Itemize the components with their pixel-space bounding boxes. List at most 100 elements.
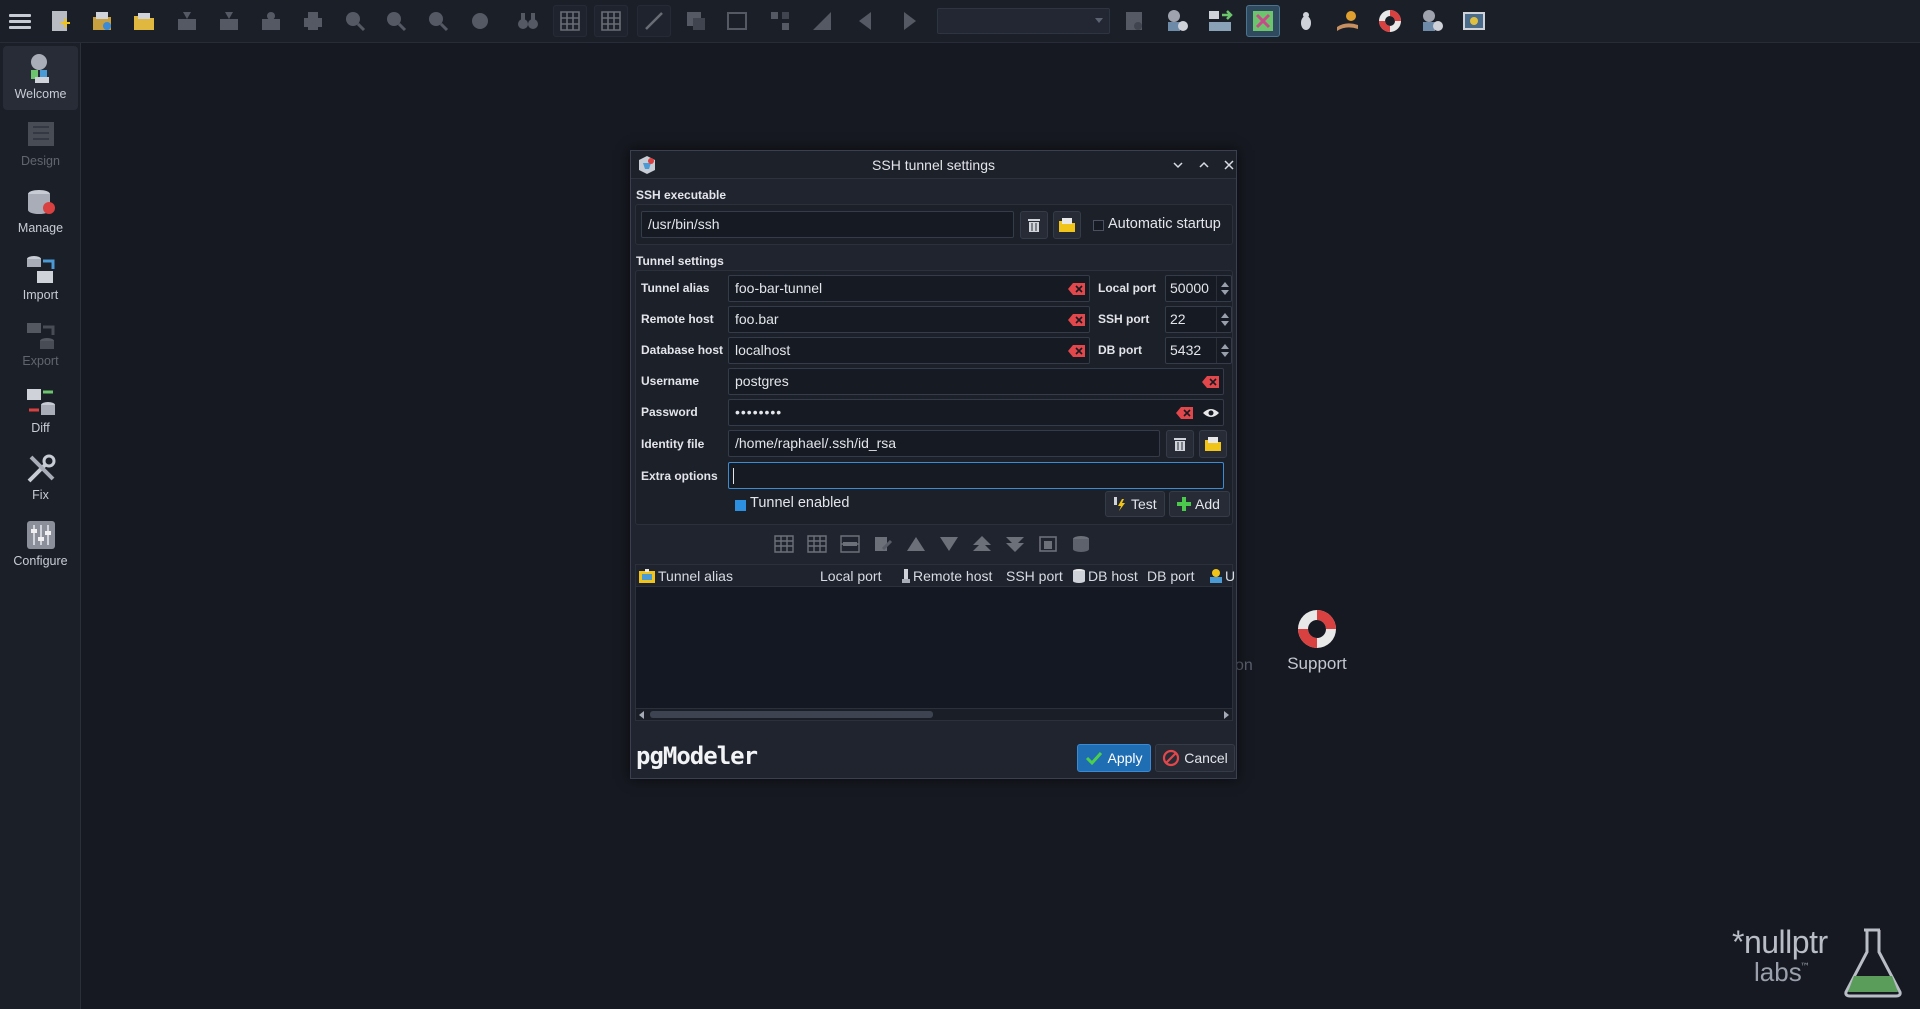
move-up-icon[interactable] [903,531,929,557]
show-password-eye-icon[interactable] [1202,406,1220,420]
overview-icon[interactable] [679,5,713,37]
username-input[interactable]: postgres [728,368,1224,395]
remote-host-input[interactable]: foo.bar [728,306,1090,333]
export-icon[interactable] [254,5,288,37]
close-icon[interactable] [1219,155,1239,175]
line-icon[interactable] [637,5,671,37]
print-icon[interactable] [296,5,330,37]
sidebar-item-import[interactable]: Import [3,247,78,311]
clear-identity-file-button[interactable] [1166,430,1194,458]
clear-password-icon[interactable] [1176,406,1194,420]
local-port-spinbox[interactable]: 50000 [1165,275,1232,302]
sidebar-item-configure[interactable]: Configure [3,513,78,577]
sidebar-item-design[interactable]: Design [3,113,78,177]
sidebar-item-diff[interactable]: Diff [3,380,78,444]
move-top-icon[interactable] [969,531,995,557]
database-icon[interactable] [1068,531,1094,557]
column-remote-host[interactable]: Remote host [901,568,992,584]
cancel-button[interactable]: Cancel [1155,744,1235,772]
new-model-icon[interactable] [43,5,77,37]
maximize-icon[interactable] [1194,155,1214,175]
tunnel-alias-input[interactable]: foo-bar-tunnel [728,275,1090,302]
open-folder-icon[interactable] [127,5,161,37]
grid-align-icon[interactable] [594,5,628,37]
donate-icon[interactable] [1331,5,1365,37]
db-settings-icon[interactable] [1160,5,1194,37]
plugins-icon[interactable] [1117,5,1151,37]
sidebar-item-welcome[interactable]: Welcome [3,46,78,110]
arrange-icon[interactable] [805,5,839,37]
sidebar-item-manage[interactable]: Manage [3,180,78,244]
apply-button[interactable]: Apply [1077,744,1151,772]
browse-ssh-button[interactable] [1053,211,1081,239]
grid-icon[interactable] [553,5,587,37]
save-as-icon[interactable] [212,5,246,37]
clear-tunnel-alias-icon[interactable] [1068,282,1086,296]
column-db-port[interactable]: DB port [1147,568,1194,584]
test-button[interactable]: Test [1105,491,1165,517]
clear-remote-host-icon[interactable] [1068,313,1086,327]
zoom-reset-icon[interactable] [379,5,413,37]
support-link[interactable]: Support [1280,608,1354,674]
extra-options-input[interactable] [728,462,1224,489]
model-selector[interactable] [937,8,1110,34]
scroll-left-arrow-icon[interactable] [639,711,644,719]
dialog-titlebar[interactable]: SSH tunnel settings [631,151,1236,179]
remove-row-icon[interactable] [804,531,830,557]
support-icon[interactable] [1373,5,1407,37]
fullscreen-icon[interactable] [720,5,754,37]
trash-icon [1174,438,1186,451]
zoom-out-icon[interactable] [338,5,372,37]
layers-icon[interactable] [763,5,797,37]
column-ssh-port[interactable]: SSH port [1006,568,1063,584]
database-host-input[interactable]: localhost [728,337,1090,364]
bug-icon[interactable] [1289,5,1323,37]
scrollbar-thumb[interactable] [650,711,933,718]
sidebar-item-fix[interactable]: Fix [3,447,78,511]
ssh-tunnel-icon[interactable] [1246,5,1280,37]
ssh-port-spinbox[interactable]: 22 [1165,306,1232,333]
clear-username-icon[interactable] [1202,375,1220,389]
column-tunnel-alias[interactable]: Tunnel alias [638,568,733,584]
menu-icon[interactable] [3,5,37,37]
tunnel-alias-label: Tunnel alias [641,281,710,295]
zoom-in-icon[interactable] [421,5,455,37]
open-db-icon[interactable] [85,5,119,37]
column-local-port[interactable]: Local port [820,568,881,584]
fit-icon[interactable] [463,5,497,37]
minimize-icon[interactable] [1168,155,1188,175]
test-lightning-icon [1114,497,1125,511]
identity-file-input[interactable]: /home/raphael/.ssh/id_rsa [728,430,1160,457]
prev-icon[interactable] [848,5,882,37]
automatic-startup-checkbox[interactable] [1093,220,1104,231]
update-icon[interactable] [1415,5,1449,37]
save-icon[interactable] [170,5,204,37]
edit-row-icon[interactable] [870,531,896,557]
db-host-column-icon [1073,569,1085,583]
move-down-icon[interactable] [936,531,962,557]
import-settings-icon[interactable] [1203,5,1237,37]
browse-identity-file-button[interactable] [1199,430,1227,458]
find-icon[interactable] [511,5,545,37]
clear-ssh-path-button[interactable] [1020,211,1048,239]
remove-all-icon[interactable] [837,531,863,557]
move-bottom-icon[interactable] [1002,531,1028,557]
duplicate-row-icon[interactable] [1035,531,1061,557]
sidebar-item-export[interactable]: Export [3,313,78,377]
password-input[interactable]: •••••••• [728,399,1224,426]
sidebar-item-label: Fix [32,488,49,502]
horizontal-scrollbar[interactable] [636,708,1232,720]
add-button[interactable]: Add [1169,491,1230,517]
tunnel-enabled-checkbox[interactable] [735,500,746,511]
db-port-spinbox[interactable]: 5432 [1165,337,1232,364]
clear-database-host-icon[interactable] [1068,344,1086,358]
column-db-host[interactable]: DB host [1072,568,1138,584]
next-icon[interactable] [893,5,927,37]
scroll-right-arrow-icon[interactable] [1224,711,1229,719]
add-row-icon[interactable] [771,531,797,557]
ssh-path-input[interactable]: /usr/bin/ssh [641,211,1014,238]
export-icon [25,319,57,351]
nullptr-labs-logo: *nullptr labs ™ [1732,924,1907,1002]
column-username[interactable]: U [1209,568,1235,584]
about-icon[interactable] [1457,5,1491,37]
